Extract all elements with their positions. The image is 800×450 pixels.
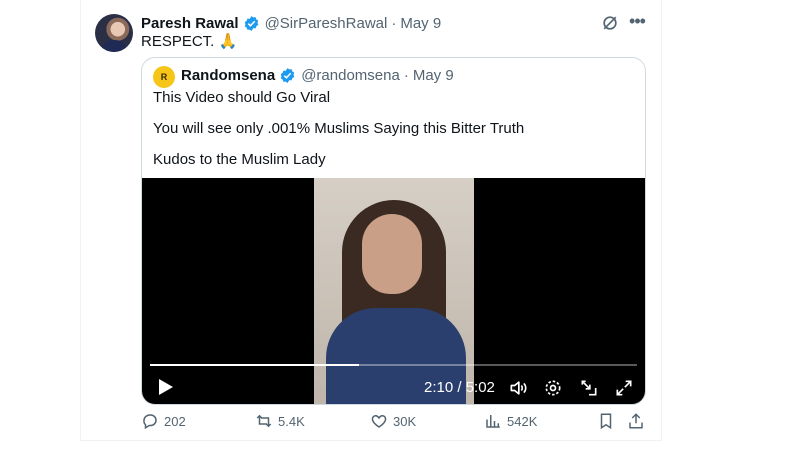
author-name[interactable]: Paresh Rawal (141, 15, 239, 32)
volume-icon[interactable] (508, 378, 528, 398)
video-frame (314, 178, 474, 404)
reply-button[interactable]: 202 (141, 412, 186, 430)
reply-icon (143, 414, 157, 430)
grok-icon[interactable] (600, 13, 620, 33)
tweet-header: Paresh Rawal @SirPareshRawal · May 9 (141, 14, 441, 32)
video-player[interactable]: 2:10 / 5:02 (142, 178, 645, 404)
more-icon[interactable]: ••• (627, 12, 647, 32)
quoted-author-handle[interactable]: @randomsena (301, 67, 400, 84)
share-icon[interactable] (627, 412, 645, 430)
quoted-text-line: This Video should Go Viral (153, 89, 331, 106)
views-button[interactable]: 542K (484, 412, 537, 430)
separator-dot: · (403, 67, 409, 84)
like-count: 30K (393, 413, 417, 429)
pip-icon[interactable] (579, 378, 599, 398)
tweet-date[interactable]: May 9 (400, 15, 441, 32)
quoted-author-name[interactable]: Randomsena (181, 67, 275, 84)
verified-badge-icon (244, 15, 258, 31)
separator-dot: · (391, 14, 397, 32)
play-icon[interactable] (156, 378, 176, 396)
quoted-date[interactable]: May 9 (413, 67, 454, 84)
like-button[interactable]: 30K (370, 412, 416, 430)
bookmark-icon[interactable] (597, 412, 615, 430)
views-count: 542K (507, 413, 538, 429)
tweet-text: RESPECT. 🙏 (141, 33, 238, 50)
quoted-author-avatar[interactable] (153, 66, 175, 88)
video-progress-fill (150, 364, 360, 366)
quoted-header: Randomsena @randomsena · May 9 (181, 67, 454, 84)
settings-icon[interactable] (543, 378, 563, 398)
quoted-text-line: Kudos to the Muslim Lady (153, 151, 326, 168)
repost-count: 5.4K (278, 413, 305, 429)
video-progress-bar[interactable] (150, 364, 637, 366)
fullscreen-icon[interactable] (614, 378, 634, 398)
quoted-tweet[interactable]: Randomsena @randomsena · May 9 This Vide… (141, 57, 646, 405)
reply-count: 202 (164, 413, 186, 429)
like-icon (371, 414, 387, 428)
quoted-text-line: You will see only .001% Muslims Saying t… (153, 120, 525, 137)
author-avatar[interactable] (95, 14, 133, 52)
verified-badge-icon (280, 68, 295, 83)
views-icon (486, 415, 500, 428)
author-handle[interactable]: @SirPareshRawal (265, 15, 388, 32)
repost-button[interactable]: 5.4K (255, 412, 305, 430)
video-time: 2:10 / 5:02 (424, 379, 495, 396)
tweet-actions: 202 5.4K 30K 542K (141, 412, 645, 432)
repost-icon (256, 414, 272, 428)
